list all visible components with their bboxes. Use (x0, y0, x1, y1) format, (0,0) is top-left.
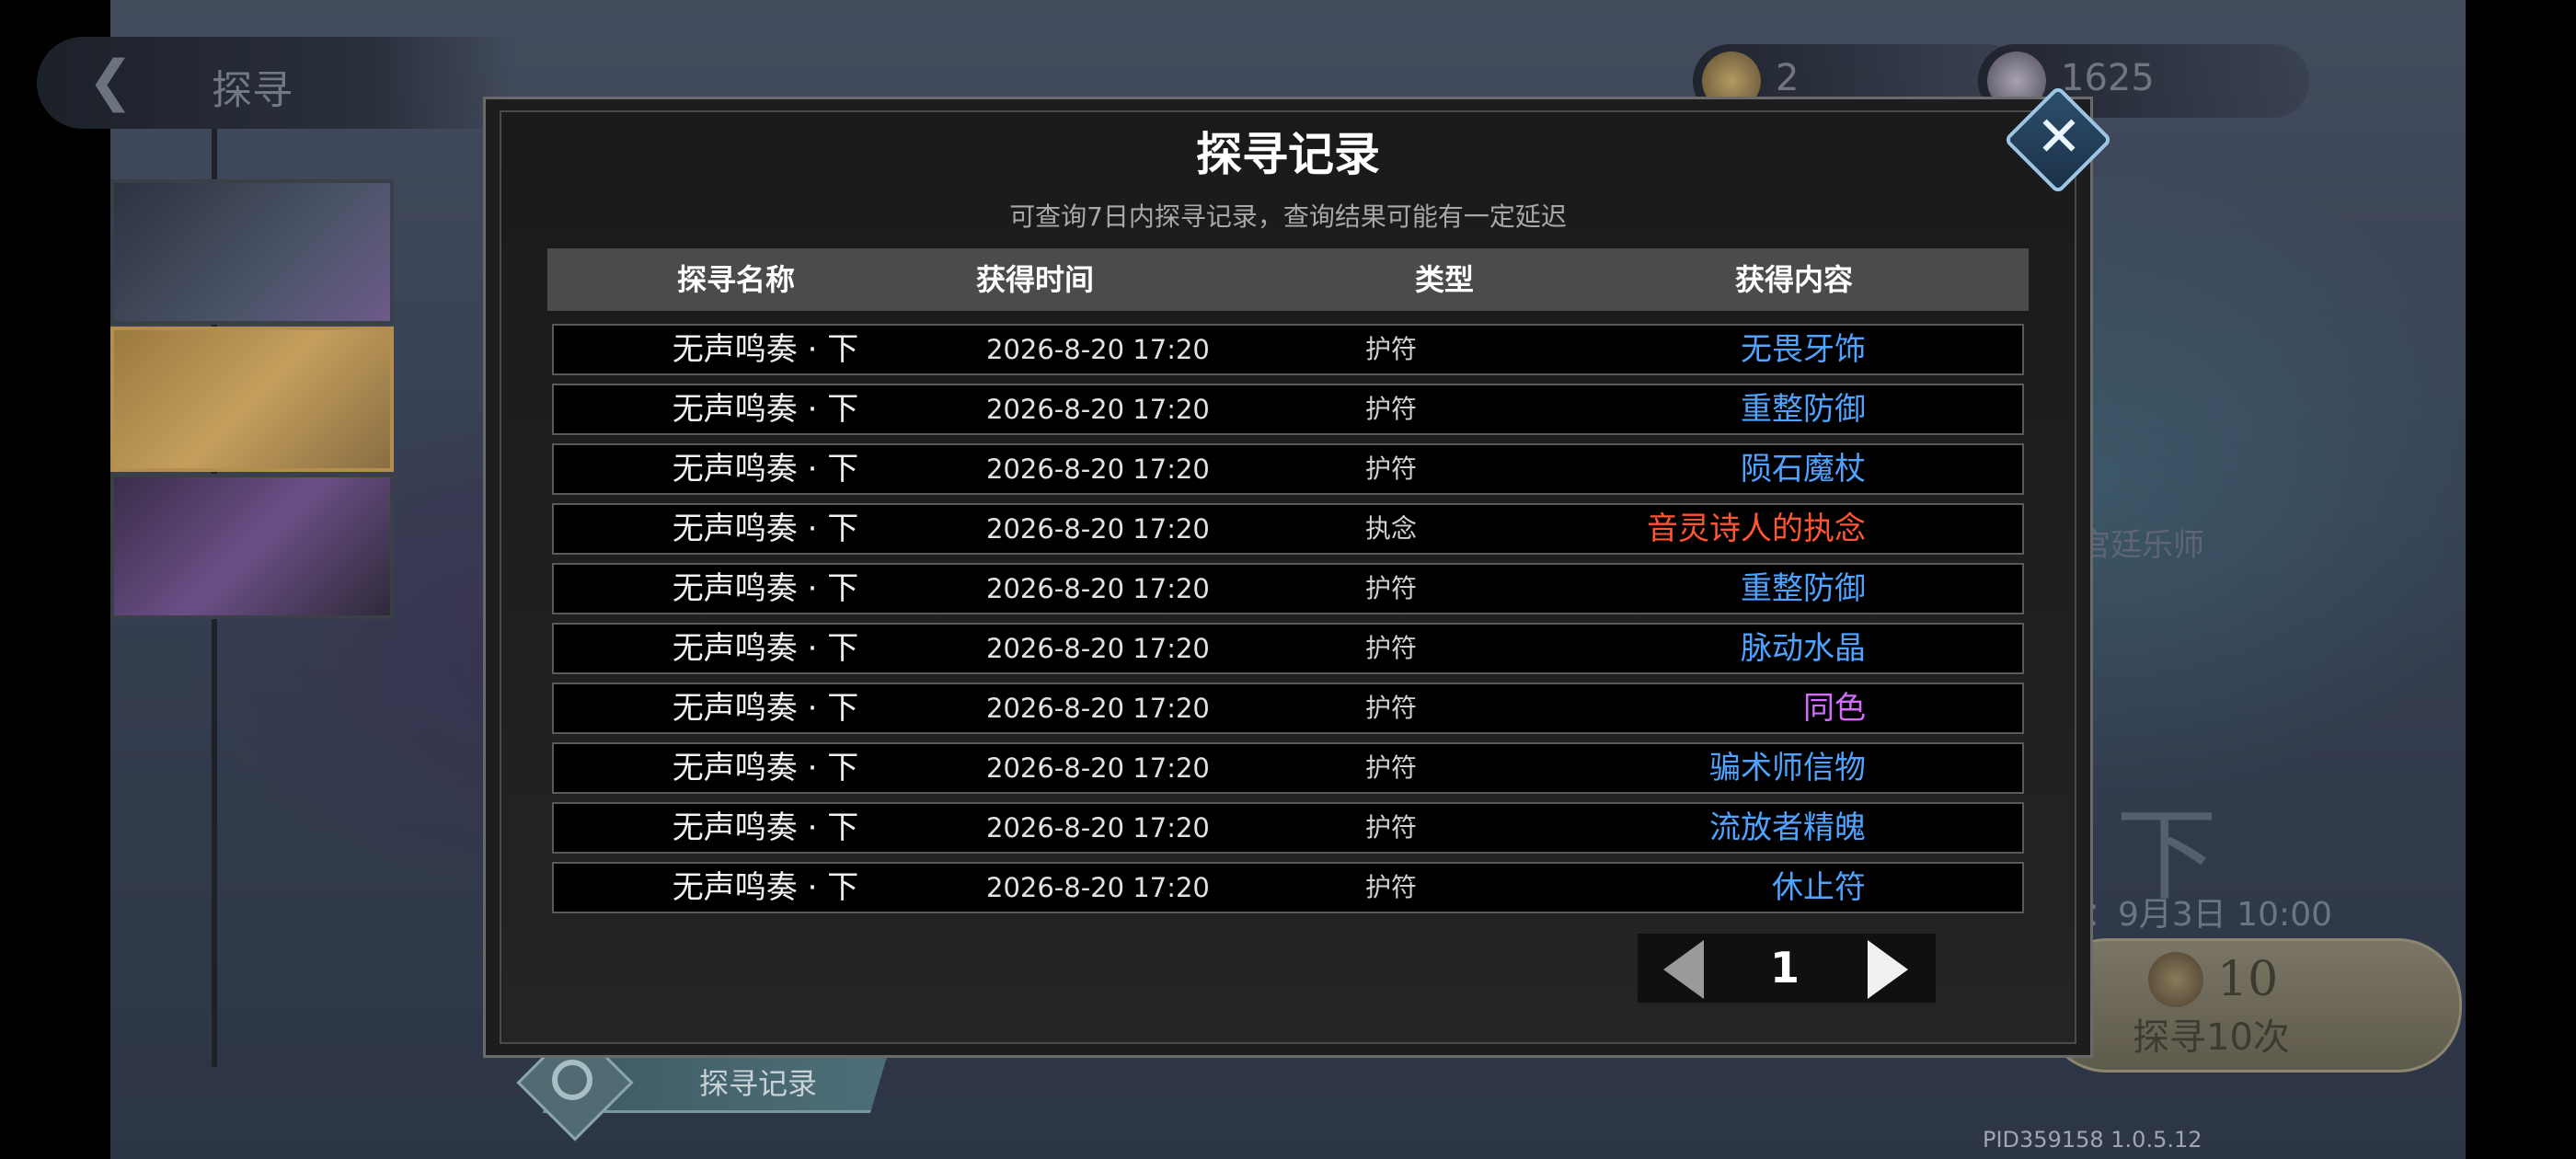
row-name: 无声鸣奏 · 下 (672, 869, 859, 906)
row-name: 无声鸣奏 · 下 (672, 331, 859, 368)
row-name: 无声鸣奏 · 下 (672, 570, 859, 607)
table-row: 无声鸣奏 · 下 2026-8-20 17:20 护符 休止符 (552, 862, 2024, 913)
modal-title: 探寻记录 (1196, 127, 1380, 181)
table-row: 无声鸣奏 · 下 2026-8-20 17:20 护符 流放者精魄 (552, 802, 2024, 854)
next-page-arrow-icon[interactable] (1868, 940, 1908, 999)
row-type: 护符 (1364, 693, 1417, 723)
row-type: 护符 (1364, 394, 1417, 424)
row-content: 无畏牙饰 (1741, 331, 1866, 368)
row-time: 2026-8-20 17:20 (986, 513, 1210, 545)
explore-card-2[interactable] (110, 327, 394, 472)
row-time: 2026-8-20 17:20 (986, 633, 1210, 664)
resource-value-2: 1625 (2061, 57, 2155, 99)
table-row: 无声鸣奏 · 下 2026-8-20 17:20 护符 脉动水晶 (552, 623, 2024, 674)
ten-cost: 10 (2217, 952, 2279, 1007)
back-arrow-icon[interactable]: ❮ (87, 53, 133, 109)
row-time: 2026-8-20 17:20 (986, 573, 1210, 604)
table-row: 无声鸣奏 · 下 2026-8-20 17:20 护符 同色 (552, 683, 2024, 734)
row-name: 无声鸣奏 · 下 (672, 391, 859, 428)
record-button-label: 探寻记录 (699, 1066, 818, 1101)
version-text: PID359158 1.0.5.12 (1983, 1127, 2202, 1153)
magnifier-icon (552, 1060, 592, 1100)
stage-label: 宫廷乐师 (2079, 527, 2204, 564)
row-name: 无声鸣奏 · 下 (672, 690, 859, 727)
modal-subtitle: 可查询7日内探寻记录，查询结果可能有一定延迟 (1009, 201, 1567, 232)
row-time: 2026-8-20 17:20 (986, 752, 1210, 784)
row-type: 执念 (1364, 513, 1417, 544)
row-type: 护符 (1364, 812, 1417, 843)
row-name: 无声鸣奏 · 下 (672, 451, 859, 488)
row-type: 护符 (1364, 334, 1417, 364)
row-content: 陨石魔杖 (1741, 451, 1866, 488)
row-name: 无声鸣奏 · 下 (672, 750, 859, 786)
row-type: 护符 (1364, 872, 1417, 902)
row-time: 2026-8-20 17:20 (986, 453, 1210, 485)
column-header-time: 获得时间 (975, 262, 1094, 297)
row-name: 无声鸣奏 · 下 (672, 809, 859, 846)
row-time: 2026-8-20 17:20 (986, 812, 1210, 843)
row-time: 2026-8-20 17:20 (986, 334, 1210, 365)
column-header-content: 获得内容 (1734, 262, 1853, 297)
screen-title: 探寻 (212, 67, 293, 114)
prev-page-arrow-icon[interactable] (1663, 940, 1704, 999)
row-name: 无声鸣奏 · 下 (672, 511, 859, 547)
table-row: 无声鸣奏 · 下 2026-8-20 17:20 执念 音灵诗人的执念 (552, 503, 2024, 555)
column-header-name: 探寻名称 (676, 262, 795, 297)
ten-label: 探寻10次 (2133, 1016, 2290, 1059)
table-row: 无声鸣奏 · 下 2026-8-20 17:20 护符 骗术师信物 (552, 742, 2024, 794)
row-type: 护符 (1364, 453, 1417, 484)
table-row: 无声鸣奏 · 下 2026-8-20 17:20 护符 重整防御 (552, 384, 2024, 435)
column-header-type: 类型 (1414, 262, 1474, 297)
row-content: 休止符 (1772, 869, 1866, 906)
row-content: 重整防御 (1741, 391, 1866, 428)
deadline-text: 间：9月3日 10:00 (2052, 896, 2332, 934)
row-type: 护符 (1364, 573, 1417, 603)
row-content: 同色 (1803, 690, 1866, 727)
row-content: 流放者精魄 (1709, 809, 1866, 846)
table-row: 无声鸣奏 · 下 2026-8-20 17:20 护符 无畏牙饰 (552, 324, 2024, 375)
row-content: 音灵诗人的执念 (1647, 511, 1866, 547)
ticket-icon (2148, 952, 2203, 1007)
row-name: 无声鸣奏 · 下 (672, 630, 859, 667)
table-row: 无声鸣奏 · 下 2026-8-20 17:20 护符 重整防御 (552, 563, 2024, 614)
row-time: 2026-8-20 17:20 (986, 693, 1210, 724)
row-type: 护符 (1364, 752, 1417, 783)
row-content: 重整防御 (1741, 570, 1866, 607)
resource-value-1: 2 (1776, 57, 1800, 99)
row-time: 2026-8-20 17:20 (986, 394, 1210, 425)
page-number: 1 (1769, 943, 1800, 993)
row-time: 2026-8-20 17:20 (986, 872, 1210, 903)
row-content: 脉动水晶 (1741, 630, 1866, 667)
row-content: 骗术师信物 (1709, 750, 1866, 786)
explore-card-3[interactable] (110, 474, 394, 619)
row-type: 护符 (1364, 633, 1417, 663)
table-row: 无声鸣奏 · 下 2026-8-20 17:20 护符 陨石魔杖 (552, 443, 2024, 495)
